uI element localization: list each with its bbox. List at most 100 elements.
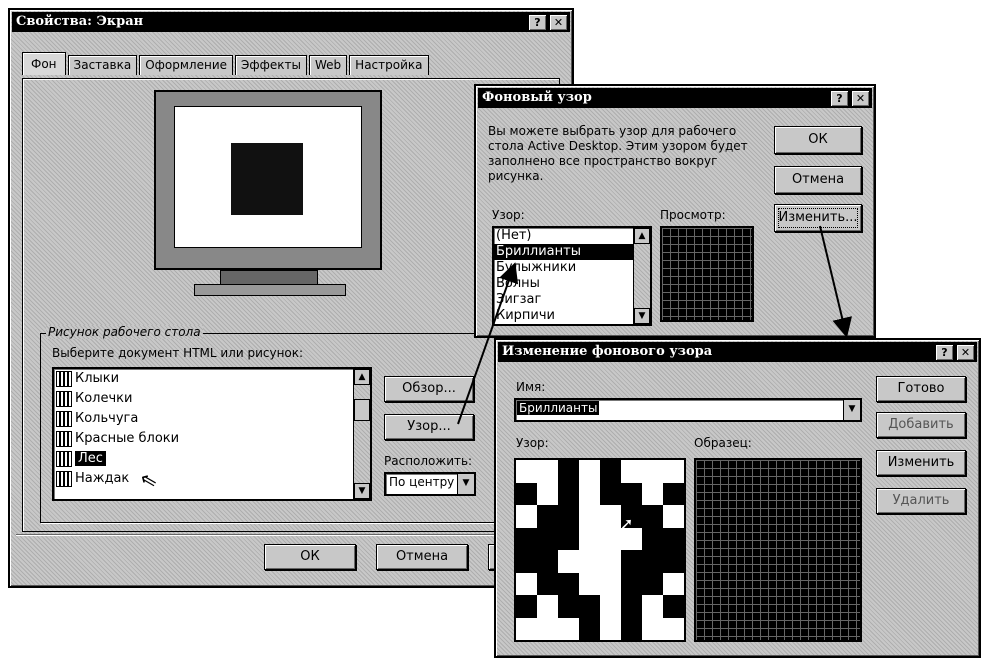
pattern-cell[interactable] (516, 505, 537, 528)
pattern-cell[interactable] (579, 460, 600, 483)
list-item[interactable]: Волны (494, 276, 650, 292)
pattern-cell[interactable] (663, 617, 684, 640)
pattern-cell[interactable] (663, 572, 684, 595)
pattern-cell[interactable] (537, 482, 558, 505)
pattern-cell[interactable] (600, 527, 621, 550)
pattern-cell[interactable] (621, 460, 642, 483)
pattern-cell[interactable] (642, 595, 663, 618)
pattern-cell[interactable] (600, 595, 621, 618)
pattern-cell[interactable] (600, 617, 621, 640)
pattern-cell[interactable] (663, 460, 684, 483)
browse-button[interactable]: Обзор... (384, 376, 474, 402)
done-button[interactable]: Готово (876, 376, 966, 402)
pattern-button[interactable]: Узор... (384, 414, 474, 440)
pattern-cell[interactable] (621, 550, 642, 573)
pattern-cell[interactable] (663, 505, 684, 528)
change-button[interactable]: Изменить (876, 450, 966, 476)
list-item[interactable]: Зигзаг (494, 292, 650, 308)
pattern-cell[interactable] (537, 505, 558, 528)
pattern-cell[interactable] (558, 572, 579, 595)
pattern-cell[interactable] (642, 460, 663, 483)
pattern-cell[interactable] (663, 527, 684, 550)
pattern-cell[interactable] (537, 527, 558, 550)
pattern-cell[interactable] (663, 595, 684, 618)
add-button[interactable]: Добавить (876, 412, 966, 438)
help-button[interactable]: ? (528, 14, 547, 31)
pattern-cell[interactable] (537, 550, 558, 573)
wallpaper-list-scrollbar[interactable]: ▲ ▼ (353, 369, 370, 499)
pattern-cell[interactable] (516, 527, 537, 550)
pattern-cell[interactable] (642, 482, 663, 505)
display-properties-titlebar[interactable]: Свойства: Экран ? ✕ (12, 12, 570, 32)
tab-settings[interactable]: Настройка (349, 55, 429, 75)
pattern-cell[interactable] (516, 550, 537, 573)
pattern-cell[interactable] (621, 572, 642, 595)
pattern-dialog-titlebar[interactable]: Фоновый узор ? ✕ (478, 88, 872, 108)
pattern-cell[interactable] (600, 505, 621, 528)
pattern-cell[interactable] (642, 505, 663, 528)
pattern-cell[interactable] (621, 595, 642, 618)
list-item[interactable]: Наждак (54, 469, 370, 489)
pattern-cell[interactable] (558, 505, 579, 528)
pattern-cell[interactable] (516, 460, 537, 483)
pattern-cell[interactable] (516, 595, 537, 618)
pattern-editor-grid[interactable] (514, 458, 686, 642)
list-item[interactable]: Клыки (54, 369, 370, 389)
pattern-cell[interactable] (579, 617, 600, 640)
pattern-cell[interactable] (621, 617, 642, 640)
pattern-cell[interactable] (642, 527, 663, 550)
pattern-cell[interactable] (579, 572, 600, 595)
pattern-cell[interactable] (558, 527, 579, 550)
scroll-down-arrow-icon[interactable]: ▼ (634, 308, 650, 324)
edit-dialog-titlebar[interactable]: Изменение фонового узора ? ✕ (498, 342, 977, 362)
pattern-cell[interactable] (516, 482, 537, 505)
pattern-cell[interactable] (537, 460, 558, 483)
pattern-cell[interactable] (621, 482, 642, 505)
pattern-cell[interactable] (600, 460, 621, 483)
close-button[interactable]: ✕ (956, 344, 975, 361)
list-item[interactable]: Кирпичи (494, 308, 650, 324)
scroll-down-arrow-icon[interactable]: ▼ (354, 483, 370, 499)
list-item[interactable]: Булыжники (494, 260, 650, 276)
pattern-list[interactable]: (Нет) Бриллианты Булыжники Волны Зигзаг … (492, 226, 652, 326)
pattern-cell[interactable] (642, 617, 663, 640)
pattern-cell[interactable] (663, 550, 684, 573)
pattern-cell[interactable] (642, 550, 663, 573)
pattern-edit-button[interactable]: Изменить... (774, 204, 862, 232)
pattern-cancel-button[interactable]: Отмена (774, 166, 862, 194)
pattern-cell[interactable] (579, 482, 600, 505)
list-item[interactable]: Красные блоки (54, 429, 370, 449)
list-item-selected[interactable]: Бриллианты (494, 244, 650, 260)
pattern-cell[interactable] (579, 595, 600, 618)
pattern-cell[interactable] (516, 572, 537, 595)
delete-button[interactable]: Удалить (876, 488, 966, 514)
scroll-thumb[interactable] (354, 399, 370, 421)
pattern-cell[interactable] (558, 482, 579, 505)
pattern-cell[interactable] (600, 550, 621, 573)
cancel-button[interactable]: Отмена (376, 544, 468, 570)
dropdown-arrow-icon[interactable]: ▼ (843, 400, 860, 420)
pattern-cell[interactable] (579, 550, 600, 573)
pattern-cell[interactable] (663, 482, 684, 505)
pattern-cell[interactable] (600, 572, 621, 595)
wallpaper-list[interactable]: Клыки Колечки Кольчуга Красные блоки Лес… (52, 367, 372, 501)
list-item[interactable]: (Нет) (494, 228, 650, 244)
scroll-up-arrow-icon[interactable]: ▲ (354, 369, 370, 385)
pattern-cell[interactable] (579, 527, 600, 550)
pattern-list-scrollbar[interactable]: ▲ ▼ (633, 228, 650, 324)
pattern-cell[interactable] (600, 482, 621, 505)
scroll-up-arrow-icon[interactable]: ▲ (634, 228, 650, 244)
pattern-cell[interactable] (558, 460, 579, 483)
pattern-cell[interactable] (558, 595, 579, 618)
tab-effects[interactable]: Эффекты (235, 55, 307, 75)
pattern-cell[interactable] (537, 572, 558, 595)
list-item[interactable]: Кольчуга (54, 409, 370, 429)
dropdown-arrow-icon[interactable]: ▼ (457, 474, 474, 494)
ok-button[interactable]: ОК (264, 544, 356, 570)
tab-web[interactable]: Web (309, 55, 348, 75)
list-item-selected[interactable]: Лес (54, 449, 370, 469)
help-button[interactable]: ? (830, 90, 849, 107)
pattern-cell[interactable] (537, 617, 558, 640)
pattern-cell[interactable] (516, 617, 537, 640)
pattern-cell[interactable] (558, 550, 579, 573)
